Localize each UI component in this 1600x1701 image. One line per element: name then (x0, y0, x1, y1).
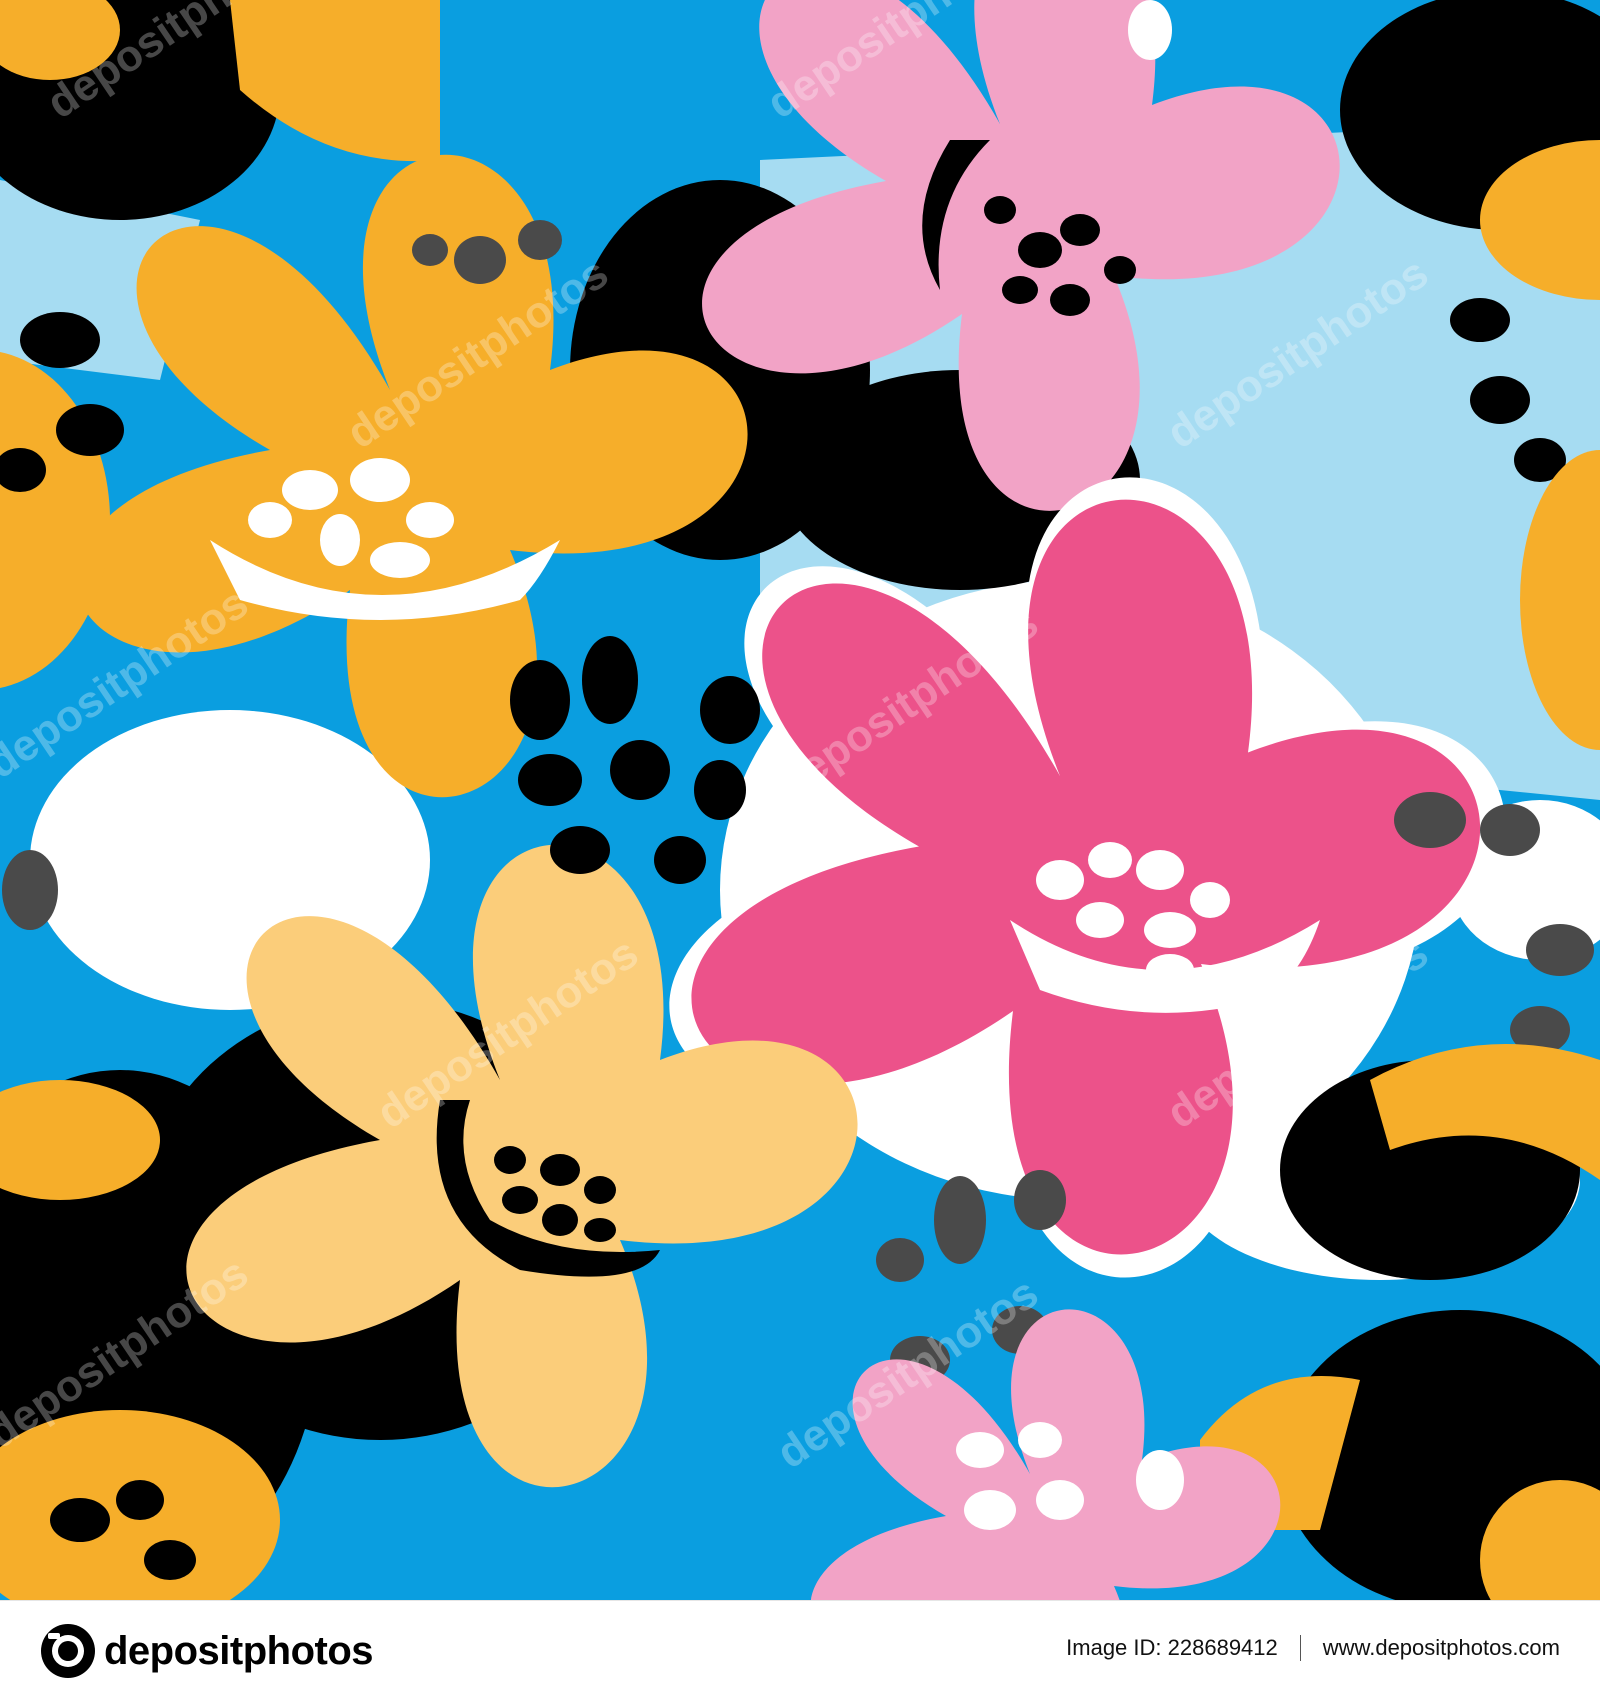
floral-pattern-artwork: depositphotos depositphotos depositphoto… (0, 0, 1600, 1600)
camera-icon (41, 1624, 95, 1678)
brand-name: depositphotos (104, 1628, 374, 1673)
separator (1299, 1635, 1301, 1661)
footer-bar: depositphotos Image ID: 228689412 www.de… (0, 1600, 1600, 1701)
image-meta: Image ID: 228689412 www.depositphotos.co… (1066, 1635, 1560, 1661)
image-id-label: Image ID: (1066, 1635, 1162, 1660)
image-id-value: 228689412 (1167, 1635, 1278, 1660)
website-link[interactable]: www.depositphotos.com (1323, 1635, 1560, 1661)
brand-logo[interactable]: depositphotos (40, 1623, 374, 1679)
